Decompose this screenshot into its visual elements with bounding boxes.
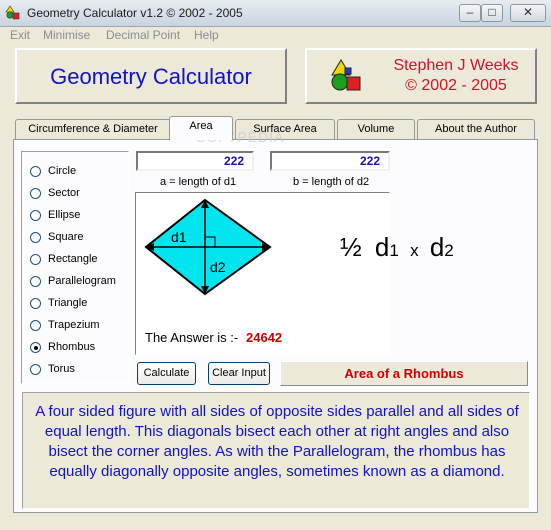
- radio-label: Triangle: [48, 297, 88, 309]
- radio-button[interactable]: [30, 210, 41, 221]
- radio-button[interactable]: [30, 188, 41, 199]
- menu-help[interactable]: Help: [194, 28, 219, 42]
- d1-input[interactable]: 222: [136, 151, 254, 171]
- formula-d1-sub: 1: [389, 241, 399, 260]
- radio-button[interactable]: [30, 254, 41, 265]
- close-button[interactable]: ✕: [510, 4, 546, 22]
- formula-times: x: [410, 241, 419, 260]
- menu-decimal-point[interactable]: Decimal Point: [106, 28, 180, 42]
- radio-button[interactable]: [30, 166, 41, 177]
- app-heading: Geometry Calculator: [50, 64, 252, 89]
- menu-exit[interactable]: Exit: [10, 28, 30, 42]
- shape-description: A four sided figure with all sides of op…: [35, 403, 519, 480]
- formula-d2-sub: 2: [444, 241, 454, 260]
- formula-d1: d: [374, 232, 390, 262]
- radio-label: Parallelogram: [48, 275, 116, 287]
- radio-label: Rhombus: [48, 341, 96, 353]
- radio-label: Rectangle: [48, 253, 98, 265]
- window-title: Geometry Calculator v1.2 © 2002 - 2005: [27, 6, 243, 20]
- radio-label: Circle: [48, 165, 77, 177]
- formula: ½ d1 x d2: [340, 232, 454, 263]
- radio-button[interactable]: [30, 276, 41, 287]
- radio-button[interactable]: [30, 232, 41, 243]
- author-credit: Stephen J Weeks © 2002 - 2005: [379, 56, 533, 96]
- radio-label: Square: [48, 231, 84, 243]
- radio-label: Ellipse: [48, 209, 81, 221]
- answer-value: 24642: [246, 330, 283, 345]
- calculate-button[interactable]: Calculate: [137, 362, 196, 385]
- radio-label: Trapezium: [48, 319, 100, 331]
- tab-about-author[interactable]: About the Author: [417, 119, 535, 139]
- result-title: Area of a Rhombus: [280, 361, 528, 386]
- radio-label: Sector: [48, 187, 80, 199]
- tab-area[interactable]: Area: [169, 116, 233, 140]
- shapes-logo-icon: [331, 59, 361, 91]
- d1-label: d1: [171, 229, 187, 245]
- radio-button-selected[interactable]: [30, 342, 41, 353]
- formula-d2: d: [429, 232, 445, 262]
- tab-volume[interactable]: Volume: [337, 119, 415, 139]
- rhombus-diagram: [144, 198, 272, 296]
- app-icon: [5, 5, 20, 20]
- minimize-button[interactable]: ‒: [459, 4, 481, 22]
- menu-bar: Exit Minimise Decimal Point Help: [0, 27, 551, 45]
- shape-selector: Circle Sector Ellipse Square Rectangle P…: [21, 151, 129, 384]
- radio-label: Torus: [48, 363, 75, 375]
- radio-button[interactable]: [30, 364, 41, 375]
- app-name-panel: Geometry Calculator: [15, 48, 287, 104]
- d1-caption: a = length of d1: [160, 176, 237, 188]
- menu-minimise[interactable]: Minimise: [43, 28, 90, 42]
- author-panel: Stephen J Weeks © 2002 - 2005: [305, 48, 537, 104]
- d2-input[interactable]: 222: [270, 151, 390, 171]
- d2-caption: b = length of d2: [293, 176, 370, 188]
- radio-button[interactable]: [30, 298, 41, 309]
- tab-circumference-diameter[interactable]: Circumference & Diameter: [15, 119, 171, 139]
- description-panel: A four sided figure with all sides of op…: [22, 392, 530, 509]
- clear-input-button[interactable]: Clear Input: [208, 362, 270, 385]
- maximize-button[interactable]: □: [481, 4, 503, 22]
- answer-label: The Answer is :-: [145, 330, 239, 345]
- title-bar[interactable]: Geometry Calculator v1.2 © 2002 - 2005 ‒…: [0, 0, 551, 27]
- d2-label: d2: [210, 259, 226, 275]
- radio-button[interactable]: [30, 320, 41, 331]
- copyright: © 2002 - 2005: [405, 77, 507, 94]
- formula-half: ½: [340, 232, 362, 262]
- author-name: Stephen J Weeks: [393, 57, 519, 74]
